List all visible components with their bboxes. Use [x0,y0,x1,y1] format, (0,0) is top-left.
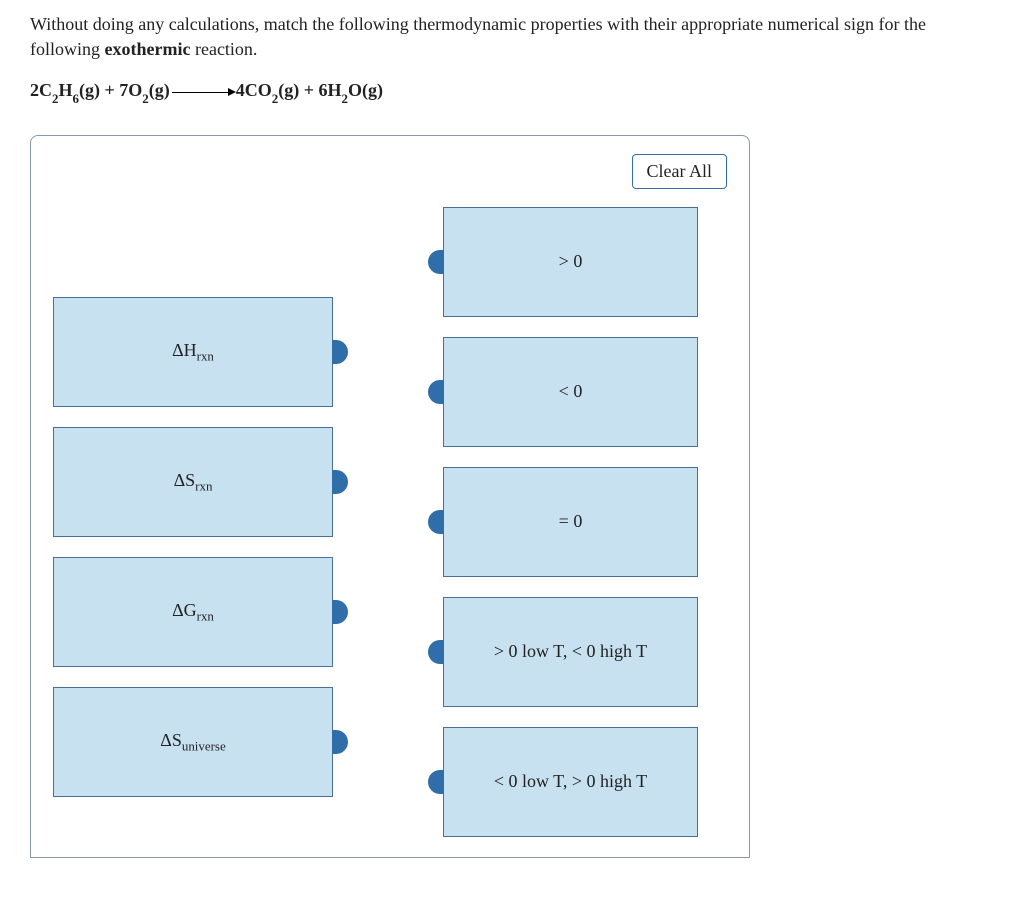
eq-part: (g) [149,80,170,100]
question-tail: reaction. [190,39,257,59]
eq-part: 2C [30,80,52,100]
card-label: = 0 [559,511,583,532]
question-bold: exothermic [105,39,191,59]
connector-left-icon [428,640,444,664]
eq-sub: 2 [272,91,278,106]
drag-item-delta-s-universe[interactable]: ΔSuniverse [53,687,333,797]
eq-part: (g) [79,80,100,100]
card-label: ΔSuniverse [160,730,225,755]
drag-item-delta-g[interactable]: ΔGrxn [53,557,333,667]
connector-left-icon [428,380,444,404]
card-label: ΔGrxn [172,600,214,625]
arrow-icon [172,92,234,93]
card-label: ΔHrxn [172,340,214,365]
drop-target-gt0[interactable]: > 0 [443,207,698,317]
left-column: ΔHrxn ΔSrxn ΔGrxn ΔSuniverse [53,207,333,817]
connector-left-icon [428,510,444,534]
connector-left-icon [428,250,444,274]
eq-part: 6H [319,80,342,100]
eq-sub: 2 [342,91,348,106]
matching-panel: Clear All ΔHrxn ΔSrxn ΔGrxn ΔSuniverse > [30,135,750,858]
eq-plus: + [100,80,119,100]
card-label: ΔSrxn [174,470,213,495]
connector-right-icon [332,340,348,364]
card-label: < 0 low T, > 0 high T [494,771,647,792]
eq-sub: 2 [52,91,58,106]
connector-left-icon [428,770,444,794]
eq-part: (g) [278,80,299,100]
eq-sub: 2 [142,91,148,106]
eq-part: 4CO [236,80,272,100]
question-text: Without doing any calculations, match th… [30,12,994,62]
eq-sub: 6 [73,91,79,106]
drop-target-gt0-lowt[interactable]: > 0 low T, < 0 high T [443,597,698,707]
clear-all-button[interactable]: Clear All [632,154,728,189]
right-column: > 0 < 0 = 0 > 0 low T, < 0 high T < 0 lo… [443,207,698,857]
eq-plus: + [299,80,318,100]
drop-target-eq0[interactable]: = 0 [443,467,698,577]
drop-target-lt0-lowt[interactable]: < 0 low T, > 0 high T [443,727,698,837]
eq-part: O(g) [348,80,383,100]
drop-target-lt0[interactable]: < 0 [443,337,698,447]
drag-item-delta-s[interactable]: ΔSrxn [53,427,333,537]
connector-right-icon [332,600,348,624]
card-label: > 0 [559,251,583,272]
card-label: < 0 [559,381,583,402]
card-label: > 0 low T, < 0 high T [494,641,647,662]
drag-item-delta-h[interactable]: ΔHrxn [53,297,333,407]
connector-right-icon [332,730,348,754]
clear-bar: Clear All [53,154,727,189]
reaction-equation: 2C2H6(g) + 7O2(g)4CO2(g) + 6H2O(g) [30,80,994,105]
eq-part: H [58,80,72,100]
eq-part: 7O [119,80,142,100]
connector-right-icon [332,470,348,494]
